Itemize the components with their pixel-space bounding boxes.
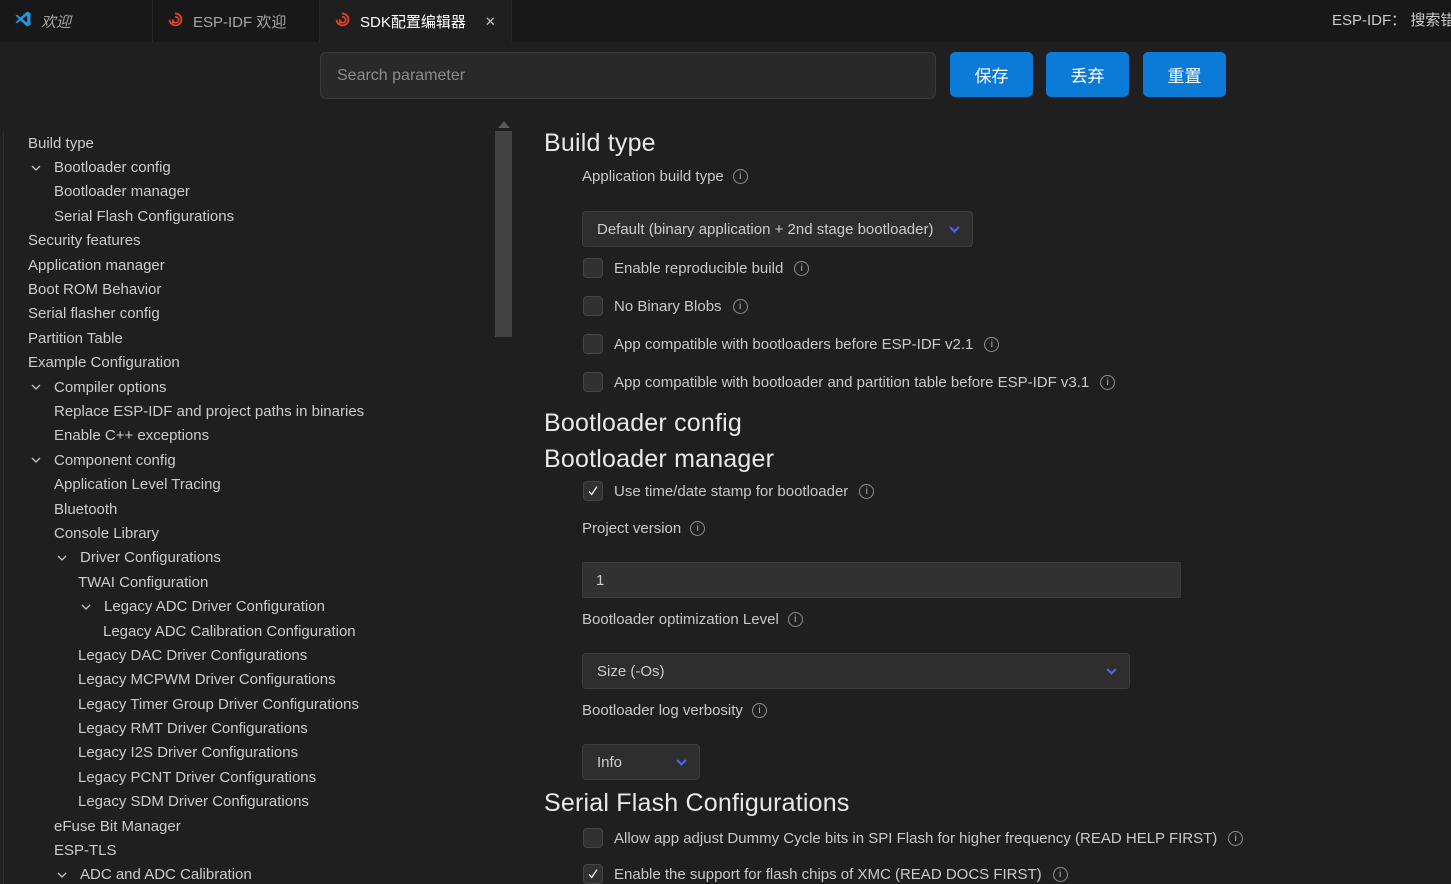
tab-label: ESP-IDF 欢迎 [193, 11, 286, 32]
tab-label: SDK配置编辑器 [360, 11, 466, 32]
tab-sdk-config-editor[interactable]: SDK配置编辑器 [320, 0, 512, 42]
info-icon[interactable] [859, 484, 874, 499]
discard-button[interactable]: 丢弃 [1046, 52, 1129, 97]
sidebar-item-legacy-sdm-driver[interactable]: Legacy SDM Driver Configurations [0, 790, 492, 814]
sidebar-item-legacy-mcpwm-driver[interactable]: Legacy MCPWM Driver Configurations [0, 668, 492, 692]
section-heading-build-type: Build type [544, 129, 656, 158]
checkbox-row-dummy-cycle: Allow app adjust Dummy Cycle bits in SPI… [583, 828, 1243, 848]
chevron-down-icon [78, 599, 96, 615]
checkbox-row-compat-v21: App compatible with bootloaders before E… [583, 334, 999, 354]
sidebar-item-bootloader-manager[interactable]: Bootloader manager [0, 180, 492, 204]
sidebar-item-build-type[interactable]: Build type [0, 131, 492, 155]
sidebar-item-legacy-dac-driver[interactable]: Legacy DAC Driver Configurations [0, 643, 492, 667]
info-icon[interactable] [752, 703, 767, 718]
sidebar-item-efuse-bit-manager[interactable]: eFuse Bit Manager [0, 814, 492, 838]
checkbox-unchecked[interactable] [583, 372, 603, 392]
field-label-project-version: Project version [582, 520, 705, 537]
checkbox-unchecked[interactable] [583, 258, 603, 278]
info-icon[interactable] [1228, 831, 1243, 846]
sidebar-item-legacy-i2s-driver[interactable]: Legacy I2S Driver Configurations [0, 741, 492, 765]
sidebar-item-bluetooth[interactable]: Bluetooth [0, 497, 492, 521]
sidebar-item-legacy-adc-calibration[interactable]: Legacy ADC Calibration Configuration [0, 619, 492, 643]
section-heading-bootloader-manager: Bootloader manager [544, 445, 774, 474]
info-icon[interactable] [788, 612, 803, 627]
sidebar-item-driver-configurations[interactable]: Driver Configurations [0, 546, 492, 570]
checkbox-checked[interactable] [583, 864, 603, 884]
close-icon[interactable] [485, 15, 496, 28]
tab-welcome[interactable]: 欢迎 [0, 0, 153, 42]
info-icon[interactable] [984, 337, 999, 352]
sidebar-item-component-config[interactable]: Component config [0, 448, 492, 472]
checkbox-checked[interactable] [583, 481, 603, 501]
info-icon[interactable] [733, 299, 748, 314]
sidebar-item-legacy-adc-driver[interactable]: Legacy ADC Driver Configuration [0, 594, 492, 618]
sidebar-item-serial-flash-configurations[interactable]: Serial Flash Configurations [0, 204, 492, 228]
sidebar-item-app-level-tracing[interactable]: Application Level Tracing [0, 472, 492, 496]
section-heading-bootloader-config: Bootloader config [544, 409, 742, 438]
editor-tab-bar: 欢迎 ESP-IDF 欢迎 SDK配置编辑器 ESP-IDF： 搜索错误 [0, 0, 1451, 42]
info-icon[interactable] [1100, 375, 1115, 390]
espressif-logo-icon [167, 11, 184, 32]
log-verbosity-select[interactable]: Info [582, 744, 700, 780]
sidebar-item-twai-configuration[interactable]: TWAI Configuration [0, 570, 492, 594]
checkbox-unchecked[interactable] [583, 296, 603, 316]
checkbox-unchecked[interactable] [583, 334, 603, 354]
checkbox-row-use-timestamp: Use time/date stamp for bootloader [583, 481, 874, 501]
field-label-optimization-level: Bootloader optimization Level [582, 611, 803, 628]
chevron-down-icon [947, 222, 962, 241]
sidebar-item-replace-paths[interactable]: Replace ESP-IDF and project paths in bin… [0, 399, 492, 423]
sidebar-item-compiler-options[interactable]: Compiler options [0, 375, 492, 399]
sidebar-item-legacy-pcnt-driver[interactable]: Legacy PCNT Driver Configurations [0, 765, 492, 789]
chevron-down-icon [28, 452, 46, 468]
optimization-level-select[interactable]: Size (-Os) [582, 653, 1130, 689]
tab-label: 欢迎 [41, 11, 71, 32]
vscode-logo-icon [14, 10, 32, 32]
application-build-type-select[interactable]: Default (binary application + 2nd stage … [582, 211, 973, 247]
info-icon[interactable] [690, 521, 705, 536]
sidebar-item-example-configuration[interactable]: Example Configuration [0, 351, 492, 375]
chevron-down-icon [28, 160, 46, 176]
sidebar-item-legacy-rmt-driver[interactable]: Legacy RMT Driver Configurations [0, 716, 492, 740]
search-input[interactable] [320, 52, 936, 99]
sidebar-item-boot-rom-behavior[interactable]: Boot ROM Behavior [0, 277, 492, 301]
section-heading-serial-flash: Serial Flash Configurations [544, 789, 850, 818]
tab-espidf-welcome[interactable]: ESP-IDF 欢迎 [153, 0, 320, 42]
sidebar-item-security-features[interactable]: Security features [0, 229, 492, 253]
checkbox-unchecked[interactable] [583, 828, 603, 848]
sidebar-item-legacy-timer-group-driver[interactable]: Legacy Timer Group Driver Configurations [0, 692, 492, 716]
scrollbar-up-arrow[interactable] [498, 121, 510, 128]
sidebar-item-esp-tls[interactable]: ESP-TLS [0, 838, 492, 862]
sidebar-item-bootloader-config[interactable]: Bootloader config [0, 155, 492, 179]
chevron-down-icon [674, 755, 689, 774]
sidebar-item-serial-flasher-config[interactable]: Serial flasher config [0, 302, 492, 326]
sidebar-item-cpp-exceptions[interactable]: Enable C++ exceptions [0, 424, 492, 448]
chevron-down-icon [54, 550, 72, 566]
chevron-down-icon [28, 379, 46, 395]
vscode-window: 欢迎 ESP-IDF 欢迎 SDK配置编辑器 ESP-IDF： 搜索错误 保存 … [0, 0, 1451, 884]
checkbox-row-reproducible-build: Enable reproducible build [583, 258, 809, 278]
espressif-logo-icon [334, 11, 351, 32]
chevron-down-icon [1104, 664, 1119, 683]
field-label-log-verbosity: Bootloader log verbosity [582, 702, 767, 719]
sidebar-item-application-manager[interactable]: Application manager [0, 253, 492, 277]
window-title-command: ESP-IDF： 搜索错误 [1332, 0, 1451, 42]
checkbox-row-xmc-support: Enable the support for flash chips of XM… [583, 864, 1068, 884]
project-version-input[interactable] [582, 562, 1181, 598]
info-icon[interactable] [794, 261, 809, 276]
sidebar-item-console-library[interactable]: Console Library [0, 521, 492, 545]
config-menu-tree: Build type Bootloader config Bootloader … [0, 131, 492, 884]
save-button[interactable]: 保存 [950, 52, 1033, 97]
info-icon[interactable] [733, 169, 748, 184]
checkbox-row-compat-v31: App compatible with bootloader and parti… [583, 372, 1115, 392]
info-icon[interactable] [1053, 867, 1068, 882]
chevron-down-icon [54, 867, 72, 883]
field-label-application-build-type: Application build type [582, 168, 748, 185]
checkbox-row-no-binary-blobs: No Binary Blobs [583, 296, 748, 316]
sidebar-item-partition-table[interactable]: Partition Table [0, 326, 492, 350]
reset-button[interactable]: 重置 [1143, 52, 1226, 97]
scrollbar-thumb[interactable] [495, 131, 512, 337]
sidebar-item-adc-and-adc-calibration[interactable]: ADC and ADC Calibration [0, 863, 492, 884]
